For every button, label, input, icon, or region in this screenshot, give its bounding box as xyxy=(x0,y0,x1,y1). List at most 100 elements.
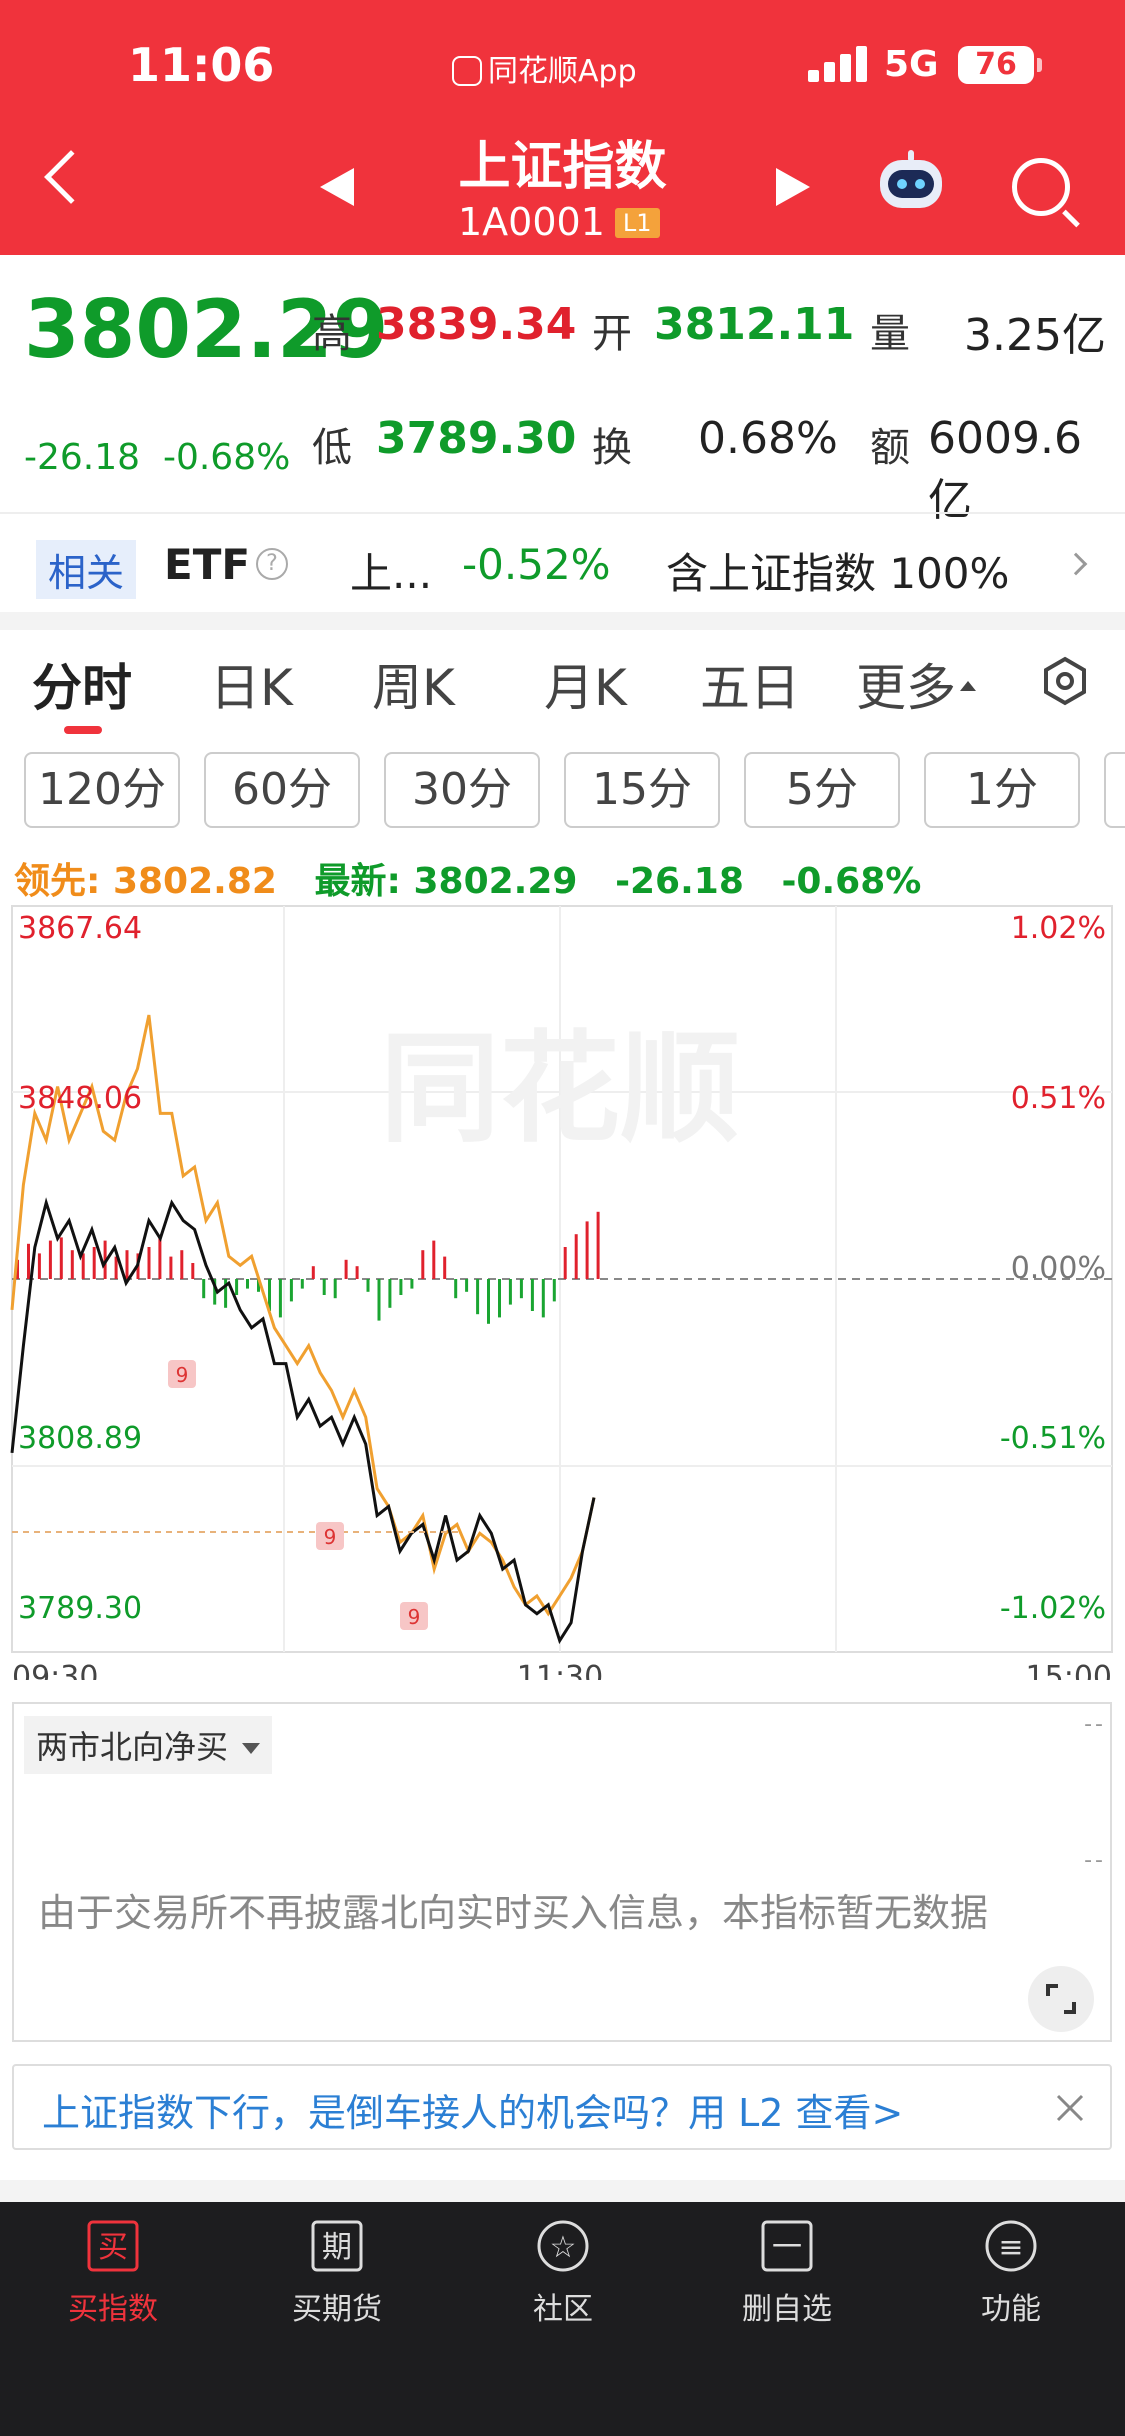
northbound-panel: 两市北向净买 -- -- 由于交易所不再披露北向实时买入信息，本指标暂无数据 xyxy=(12,1702,1112,2042)
tab-daily-k[interactable]: 日K xyxy=(210,648,293,720)
intraday-chart[interactable]: 同花顺 999 3867.64 3848.06 3808.89 3789.30 … xyxy=(0,900,1125,1680)
volume-bar xyxy=(476,1279,480,1315)
volume-bar xyxy=(300,1279,304,1289)
legend-latest-label: 最新: xyxy=(314,861,401,902)
section-gap-bottom xyxy=(0,2180,1125,2202)
volume-bar xyxy=(278,1279,282,1318)
nav-remove-watchlist[interactable]: 一 删自选 xyxy=(702,2218,872,2328)
buy-futures-icon: 期 xyxy=(311,2220,363,2272)
x-label-1: 11:30 xyxy=(517,1660,603,1680)
remove-watchlist-icon: 一 xyxy=(761,2220,813,2272)
legend-lead-value: 3802.82 xyxy=(112,861,277,902)
volume-label: 量 xyxy=(870,311,910,357)
nav-functions[interactable]: ≡ 功能 xyxy=(926,2218,1096,2328)
remove-watchlist-glyph: 一 xyxy=(772,2230,802,2265)
info-icon[interactable]: ? xyxy=(256,548,288,580)
expand-icon[interactable] xyxy=(1028,1966,1094,2032)
northbound-title: 两市北向净买 xyxy=(36,1728,229,1766)
nav-functions-label: 功能 xyxy=(981,2292,1041,2327)
tab-more-label: 更多 xyxy=(856,659,956,717)
volume-bar xyxy=(585,1221,589,1279)
related-tag: 相关 xyxy=(36,540,137,599)
north-top-value: -- xyxy=(1084,1712,1106,1737)
nav-buy-futures-label: 买期货 xyxy=(292,2292,382,2327)
volume-bar xyxy=(169,1256,173,1279)
settings-icon[interactable] xyxy=(1040,656,1090,706)
tab-five-day[interactable]: 五日 xyxy=(700,648,800,720)
signal-marker: 9 xyxy=(168,1360,196,1388)
volume-bar xyxy=(443,1256,447,1279)
volume-bar xyxy=(410,1279,414,1289)
etf-short-name: 上... xyxy=(350,549,433,598)
bottom-nav: 买 买指数 期 买期货 ☆ 社区 一 删自选 ≡ 功能 xyxy=(0,2202,1125,2436)
tab-intraday[interactable]: 分时 xyxy=(32,648,132,720)
interval-5min[interactable]: 5分 xyxy=(744,752,900,828)
nav-buy-index[interactable]: 买 买指数 xyxy=(28,2218,198,2328)
buy-index-icon: 买 xyxy=(87,2220,139,2272)
tab-weekly-k[interactable]: 周K xyxy=(372,648,455,720)
functions-glyph: ≡ xyxy=(998,2230,1023,2265)
volume-bar xyxy=(70,1250,74,1279)
interval-60min[interactable]: 60分 xyxy=(204,752,360,828)
volume-bar xyxy=(322,1279,326,1295)
caret-up-icon xyxy=(960,681,976,691)
nav-community[interactable]: ☆ 社区 xyxy=(478,2218,648,2328)
related-etf-row[interactable]: 相关 ETF ? 上... -0.52% 含上证指数 100% xyxy=(0,512,1125,612)
volume-bar xyxy=(432,1240,436,1279)
y-label-left-1: 3848.06 xyxy=(18,1081,142,1116)
interval-1min[interactable]: 1分 xyxy=(924,752,1080,828)
high-label: 高 xyxy=(312,311,352,357)
volume-bar xyxy=(366,1279,370,1292)
next-stock-icon[interactable] xyxy=(776,168,810,206)
volume-bar xyxy=(530,1279,534,1311)
price-change: -26.18 -0.68% xyxy=(24,437,290,478)
close-icon[interactable] xyxy=(1054,2092,1086,2124)
volume-bar xyxy=(92,1247,96,1279)
volume-bar xyxy=(191,1263,195,1279)
stock-code: 1A0001 L1 xyxy=(458,200,660,244)
app-logo-icon xyxy=(452,56,482,86)
interval-15min[interactable]: 15分 xyxy=(564,752,720,828)
tab-monthly-k[interactable]: 月K xyxy=(544,648,627,720)
volume-bar xyxy=(399,1279,403,1295)
volume-bar xyxy=(454,1279,458,1299)
y-label-right-1: 0.51% xyxy=(1011,1081,1106,1116)
nav-buy-futures[interactable]: 期 买期货 xyxy=(252,2218,422,2328)
legend-lead-label: 领先: xyxy=(14,861,101,902)
legend-latest-value: 3802.29 xyxy=(413,861,578,902)
volume-bar xyxy=(246,1279,249,1289)
amount-label: 额 xyxy=(870,425,910,471)
promo-banner[interactable]: 上证指数下行，是倒车接人的机会吗？用 L2 查看> xyxy=(12,2064,1112,2150)
interval-more[interactable] xyxy=(1104,752,1125,828)
promo-text[interactable]: 上证指数下行，是倒车接人的机会吗？用 L2 查看> xyxy=(42,2082,903,2137)
volume-bar xyxy=(180,1250,184,1279)
status-app-label[interactable]: 同花顺App xyxy=(452,46,637,90)
robot-assistant-icon[interactable] xyxy=(876,150,946,212)
northbound-selector[interactable]: 两市北向净买 xyxy=(24,1716,273,1774)
volume-bar xyxy=(333,1279,337,1299)
tab-more[interactable]: 更多 xyxy=(856,648,976,720)
search-icon[interactable] xyxy=(1012,158,1070,216)
volume-bar xyxy=(202,1279,206,1299)
volume-value: 3.25亿 xyxy=(964,310,1106,361)
volume-bar xyxy=(563,1247,567,1279)
volume-bar xyxy=(27,1243,30,1279)
volume-bar xyxy=(48,1240,52,1279)
etf-change-pct: -0.52% xyxy=(462,540,611,589)
y-label-left-3: 3789.30 xyxy=(18,1591,142,1626)
interval-30min[interactable]: 30分 xyxy=(384,752,540,828)
stock-code-text: 1A0001 xyxy=(458,200,605,244)
volume-bar xyxy=(508,1279,512,1305)
volume-bar xyxy=(355,1266,359,1279)
functions-icon: ≡ xyxy=(985,2220,1037,2272)
northbound-message: 由于交易所不再披露北向实时买入信息，本指标暂无数据 xyxy=(38,1891,989,1935)
nav-remove-watchlist-label: 删自选 xyxy=(742,2292,832,2327)
interval-120min[interactable]: 120分 xyxy=(24,752,180,828)
volume-bar xyxy=(596,1211,600,1279)
turnover-label: 换 xyxy=(592,425,632,471)
page-title: 上证指数 xyxy=(458,137,667,197)
signal-marker: 9 xyxy=(400,1602,428,1630)
volume-bar xyxy=(311,1266,315,1279)
volume-bar xyxy=(289,1279,293,1302)
header: 11:06 同花顺App 5G 76 上证指数 1A0001 L1 xyxy=(0,0,1125,255)
